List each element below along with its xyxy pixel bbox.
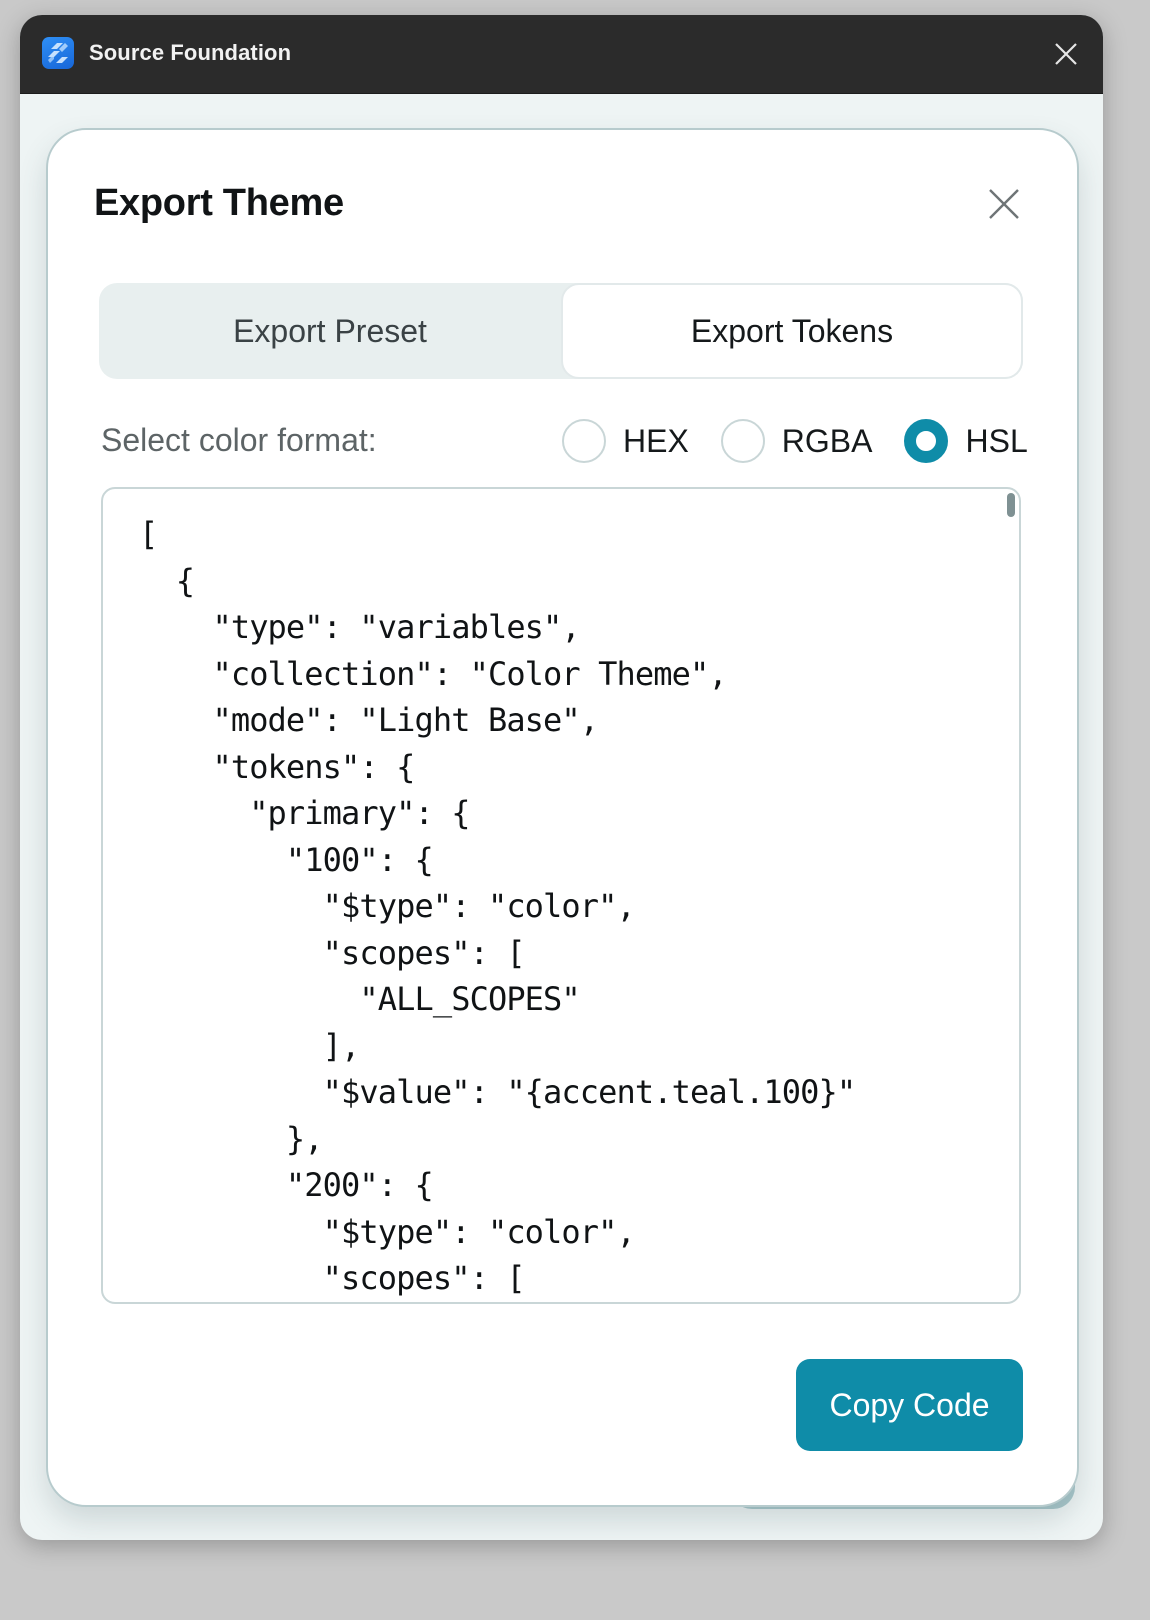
tab-export-preset[interactable]: Export Preset bbox=[99, 283, 561, 379]
export-theme-dialog: Export Theme Export Preset Export Tokens… bbox=[46, 128, 1079, 1507]
content-scrollbar[interactable] bbox=[1091, 105, 1097, 365]
radio-option-hsl[interactable]: HSL bbox=[904, 419, 1028, 463]
copy-code-button[interactable]: Copy Code bbox=[796, 1359, 1023, 1451]
export-mode-tabs: Export Preset Export Tokens bbox=[99, 283, 1023, 379]
code-line: "scopes": [ bbox=[139, 933, 526, 972]
tab-export-tokens[interactable]: Export Tokens bbox=[561, 283, 1023, 379]
code-line: "type": "variables", bbox=[139, 608, 580, 646]
code-line: "$type": "color", bbox=[139, 887, 636, 925]
code-line: "200": { bbox=[139, 1166, 434, 1204]
app-title: Source Foundation bbox=[89, 40, 292, 65]
code-line: "collection": "Color Theme", bbox=[139, 654, 727, 693]
color-format-radio-group: HEX RGBA HSL bbox=[562, 416, 1028, 466]
title-bar: Source Foundation bbox=[20, 15, 1103, 94]
code-line: { bbox=[139, 561, 195, 600]
radio-hsl[interactable] bbox=[904, 419, 949, 463]
radio-hex[interactable] bbox=[562, 419, 606, 463]
code-content: [ { "type": "variables", "collection": "… bbox=[139, 511, 857, 1302]
code-line: "mode": "Light Base", bbox=[139, 701, 599, 739]
code-scrollbar-thumb[interactable] bbox=[1007, 493, 1015, 517]
source-foundation-logo-icon bbox=[42, 37, 74, 69]
close-icon bbox=[989, 189, 1019, 219]
code-line: "tokens": { bbox=[139, 747, 415, 786]
code-line: "$value": "{accent.teal.100}" bbox=[139, 1073, 857, 1111]
radio-label-hex: HEX bbox=[623, 422, 689, 459]
close-icon bbox=[1055, 43, 1077, 65]
code-line: "ALL_SCOPES" bbox=[139, 980, 580, 1018]
code-line: ], bbox=[139, 1026, 361, 1065]
radio-label-rgba: RGBA bbox=[781, 422, 873, 459]
app-window: Source Foundation Export Theme Export Pr… bbox=[20, 15, 1103, 1540]
code-output-textarea[interactable]: [ { "type": "variables", "collection": "… bbox=[101, 487, 1021, 1304]
code-line: }, bbox=[139, 1119, 324, 1158]
code-line: "100": { bbox=[139, 840, 434, 879]
code-line: "scopes": [ bbox=[139, 1259, 526, 1297]
dialog-title: Export Theme bbox=[94, 182, 344, 224]
radio-label-hsl: HSL bbox=[965, 422, 1028, 459]
code-line: "$type": "color", bbox=[139, 1212, 636, 1251]
radio-rgba[interactable] bbox=[720, 419, 765, 463]
window-close-button[interactable] bbox=[1053, 41, 1079, 67]
dialog-close-button[interactable] bbox=[988, 188, 1020, 220]
code-line: "primary": { bbox=[139, 794, 470, 832]
code-line: [ bbox=[139, 515, 158, 553]
radio-option-hex[interactable]: HEX bbox=[562, 419, 689, 463]
radio-option-rgba[interactable]: RGBA bbox=[720, 419, 873, 463]
color-format-label: Select color format: bbox=[101, 422, 377, 458]
